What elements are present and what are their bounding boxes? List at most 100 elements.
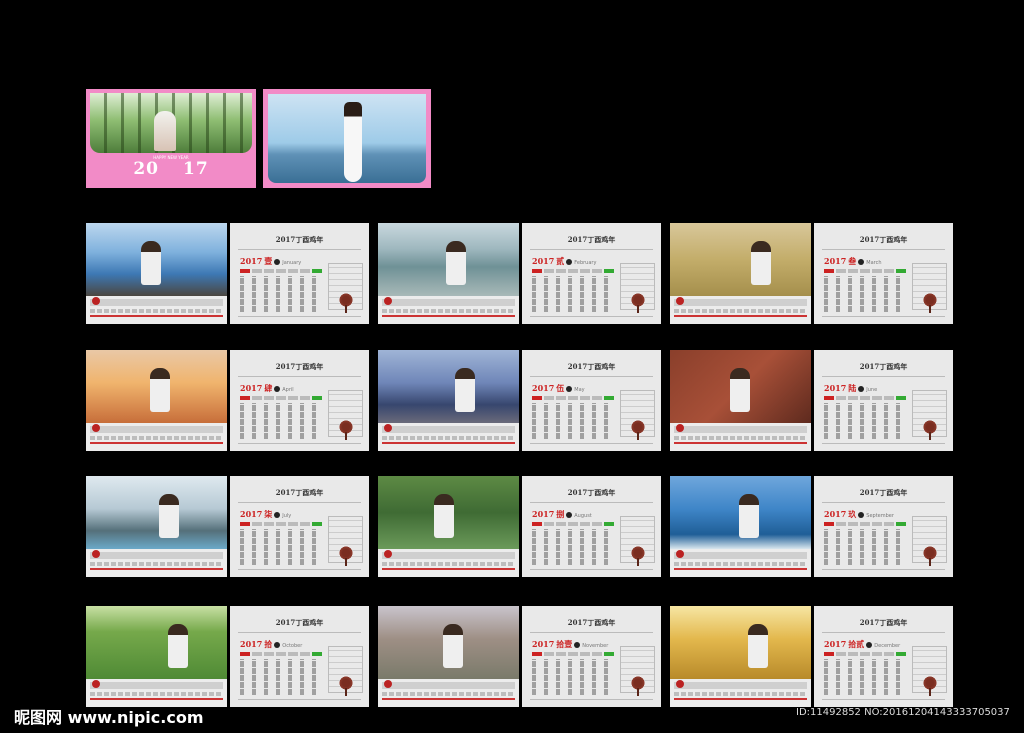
day-grid — [240, 403, 322, 439]
day-strip — [90, 436, 223, 440]
calendar-title: 2017丁酉鸡年 — [859, 362, 908, 371]
person-figure — [150, 368, 170, 412]
weekday-row — [532, 652, 614, 656]
day-strip — [674, 309, 807, 313]
month-heading: 2017 肆 April — [240, 383, 294, 393]
date-bar — [90, 299, 223, 306]
holiday-strip — [90, 568, 223, 570]
month-calendar: 2017丁酉鸡年 2017 肆 April — [230, 350, 369, 451]
day-grid — [824, 276, 906, 312]
month-calendar: 2017丁酉鸡年 2017 柒 July — [230, 476, 369, 577]
date-bar — [674, 299, 807, 306]
weekday-row — [240, 396, 322, 400]
holiday-strip — [382, 568, 515, 570]
calendar-title: 2017丁酉鸡年 — [275, 488, 324, 497]
holiday-strip — [382, 442, 515, 444]
person-figure — [168, 624, 188, 668]
day-strip — [382, 692, 515, 696]
month-photo — [378, 223, 519, 324]
calendar-title: 2017丁酉鸡年 — [567, 618, 616, 627]
person-figure — [748, 624, 768, 668]
weekday-row — [824, 652, 906, 656]
month-badge — [384, 297, 392, 305]
month-badge — [92, 550, 100, 558]
date-bar — [90, 552, 223, 559]
photo-image — [86, 606, 227, 679]
holiday-strip — [382, 698, 515, 700]
person-figure — [446, 241, 466, 285]
day-grid — [240, 529, 322, 565]
month-photo — [670, 476, 811, 577]
month-heading: 2017 壹 January — [240, 256, 302, 266]
month-photo — [86, 223, 227, 324]
day-grid — [240, 276, 322, 312]
person-figure — [154, 111, 176, 151]
date-bar — [382, 682, 515, 689]
cover-photo — [90, 93, 252, 153]
month-badge — [92, 424, 100, 432]
month-heading: 2017 陆 June — [824, 383, 878, 393]
month-badge — [676, 297, 684, 305]
month-calendar: 2017丁酉鸡年 2017 拾贰 December — [814, 606, 953, 707]
weekday-row — [532, 269, 614, 273]
month-badge — [384, 680, 392, 688]
date-bar — [382, 426, 515, 433]
cover-back-photo — [268, 94, 426, 183]
month-calendar: 2017丁酉鸡年 2017 捌 August — [522, 476, 661, 577]
holiday-strip — [674, 698, 807, 700]
month-photo — [670, 223, 811, 324]
day-grid — [532, 659, 614, 695]
calendar-title: 2017丁酉鸡年 — [567, 362, 616, 371]
calendar-title: 2017丁酉鸡年 — [859, 618, 908, 627]
photo-image — [378, 350, 519, 423]
person-figure — [141, 241, 161, 285]
person-figure — [730, 368, 750, 412]
person-figure — [455, 368, 475, 412]
month-heading: 2017 拾壹 November — [532, 639, 609, 649]
month-calendar: 2017丁酉鸡年 2017 玖 September — [814, 476, 953, 577]
day-strip — [90, 309, 223, 313]
month-badge — [676, 424, 684, 432]
weekday-row — [824, 522, 906, 526]
month-calendar: 2017丁酉鸡年 2017 叁 March — [814, 223, 953, 324]
month-badge — [92, 297, 100, 305]
holiday-strip — [382, 315, 515, 317]
weekday-row — [824, 269, 906, 273]
day-strip — [90, 562, 223, 566]
calendar-title: 2017丁酉鸡年 — [275, 618, 324, 627]
calendar-title: 2017丁酉鸡年 — [859, 488, 908, 497]
holiday-strip — [674, 315, 807, 317]
day-strip — [674, 436, 807, 440]
photo-image — [670, 606, 811, 679]
month-calendar: 2017丁酉鸡年 2017 壹 January — [230, 223, 369, 324]
photo-image — [670, 223, 811, 296]
month-heading: 2017 拾 October — [240, 639, 303, 649]
image-id: ID:11492852 NO:20161204143333705037 — [796, 707, 1010, 718]
day-strip — [382, 436, 515, 440]
weekday-row — [240, 522, 322, 526]
month-photo — [86, 350, 227, 451]
day-grid — [824, 529, 906, 565]
day-grid — [824, 659, 906, 695]
photo-image — [86, 223, 227, 296]
holiday-strip — [90, 698, 223, 700]
month-badge — [676, 680, 684, 688]
cover-front: HAPPY NEW YEAR 20 17 — [86, 89, 256, 188]
month-photo — [378, 476, 519, 577]
date-bar — [382, 552, 515, 559]
month-heading: 2017 伍 May — [532, 383, 585, 393]
date-bar — [674, 682, 807, 689]
photo-image — [378, 476, 519, 549]
day-strip — [674, 562, 807, 566]
day-strip — [90, 692, 223, 696]
month-calendar: 2017丁酉鸡年 2017 陆 June — [814, 350, 953, 451]
day-grid — [240, 659, 322, 695]
date-bar — [674, 426, 807, 433]
month-badge — [676, 550, 684, 558]
day-grid — [824, 403, 906, 439]
day-strip — [674, 692, 807, 696]
month-heading: 2017 捌 August — [532, 509, 592, 519]
cover-back — [263, 89, 431, 188]
cover-year: 20 17 — [86, 159, 256, 179]
person-figure — [739, 494, 759, 538]
